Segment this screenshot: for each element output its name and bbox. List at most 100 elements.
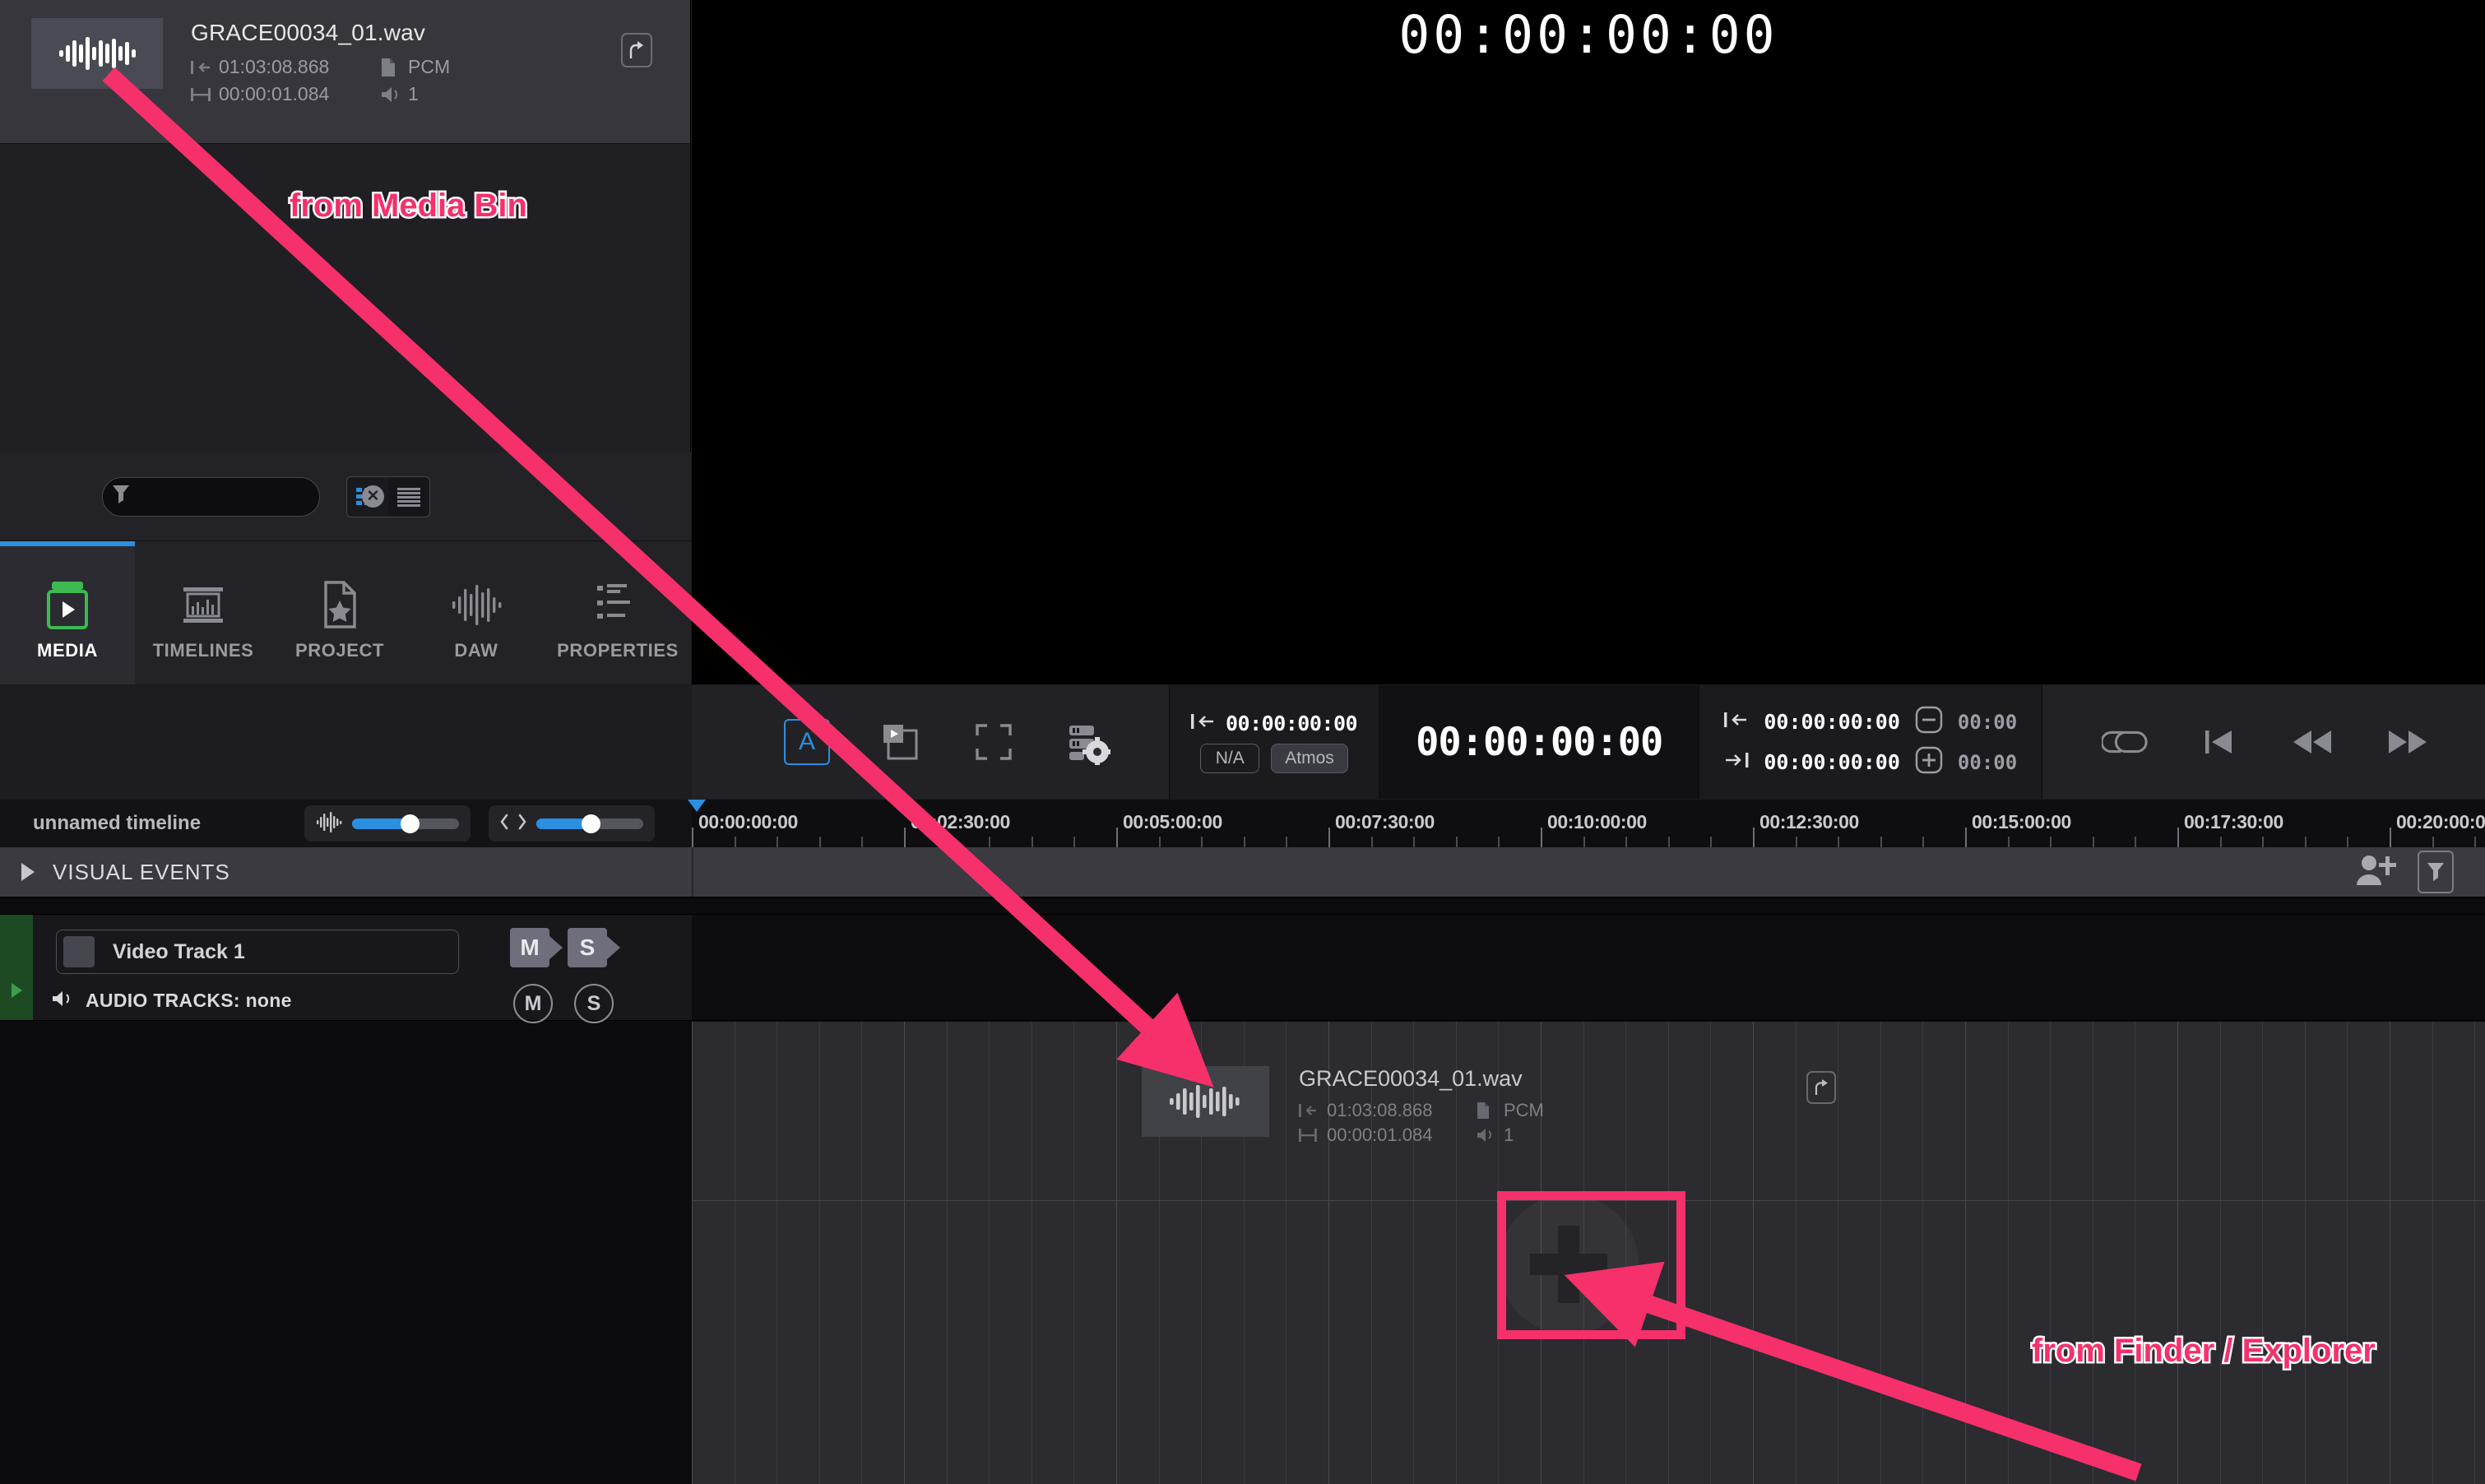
ruler-tick-minor: [1243, 837, 1245, 847]
audio-solo-button[interactable]: S: [574, 984, 614, 1023]
funnel-icon[interactable]: [2418, 851, 2454, 893]
tab-daw[interactable]: DAW: [408, 541, 545, 684]
skip-to-start-icon[interactable]: [2195, 718, 2243, 766]
grid-line: [2347, 1022, 2348, 1484]
main-timecode-display[interactable]: 00:00:00:00: [1379, 685, 1700, 799]
search-input[interactable]: [131, 486, 362, 507]
play-icon[interactable]: [2477, 718, 2485, 766]
drop-target-highlight: [1497, 1191, 1685, 1339]
tab-media[interactable]: MEDIA: [0, 541, 135, 684]
waveform-zoom-icon: [316, 810, 342, 837]
minus-circle-icon[interactable]: [1915, 706, 1943, 738]
media-item-meta: GRACE00034_01.wav 01:03:08.868 PCM 00:00…: [191, 18, 690, 110]
video-preview[interactable]: 00:00:00:00: [692, 0, 2485, 684]
in-timecode[interactable]: 00:00:00:00: [1764, 710, 1900, 734]
source-badges: N/A Atmos: [1200, 743, 1348, 773]
video-mute-button[interactable]: M: [510, 928, 563, 967]
drag-ghost-duration-value: 00:00:01.084: [1327, 1125, 1433, 1145]
ruler-tick-minor: [2347, 837, 2349, 847]
audio-mute-button[interactable]: M: [513, 984, 553, 1023]
grid-line: [818, 1022, 820, 1484]
ruler-tick-label: 00:10:00:00: [1547, 811, 1647, 832]
waveform-zoom-control[interactable]: [304, 805, 471, 842]
track-name-field[interactable]: Video Track 1: [56, 930, 459, 974]
drag-ghost-item: GRACE00034_01.wav 01:03:08.868 PCM 00:00…: [1142, 1066, 1836, 1166]
app-root: GRACE00034_01.wav 01:03:08.868 PCM 00:00…: [0, 0, 2485, 1484]
ruler-tick-label: 00:17:30:00: [2184, 811, 2283, 832]
ruler-tick-minor: [2474, 837, 2477, 847]
audio-tracks-label: AUDIO TRACKS: none: [86, 990, 292, 1011]
source-in-row: 00:00:00:00: [1191, 712, 1358, 735]
ruler-tick-minor: [2262, 837, 2265, 847]
track-color-chip[interactable]: [63, 936, 95, 967]
media-start-timecode-value: 01:03:08.868: [219, 56, 330, 77]
file-icon: [1476, 1101, 1504, 1120]
grid-line: [861, 1022, 863, 1484]
ruler-tick-label: 00:00:00:00: [698, 811, 798, 832]
plus-circle-icon[interactable]: [1915, 746, 1943, 778]
grid-line: [989, 1022, 990, 1484]
out-timecode[interactable]: 00:00:00:00: [1764, 750, 1900, 774]
tab-properties[interactable]: PROPERTIES: [545, 541, 691, 684]
timeline-ruler[interactable]: 00:00:00:00 00:02:30:00 00:05:00:00 00:07:3…: [692, 800, 2485, 847]
waveform-zoom-slider[interactable]: [352, 814, 459, 833]
mark-out-icon: [1724, 751, 1749, 773]
file-icon: [380, 58, 408, 77]
media-bin-item[interactable]: GRACE00034_01.wav 01:03:08.868 PCM 00:00…: [0, 0, 690, 144]
ruler-tick-major: [1965, 828, 1967, 847]
video-solo-button[interactable]: S: [568, 928, 620, 967]
share-arrow-icon[interactable]: [621, 33, 652, 67]
fullscreen-brackets-icon[interactable]: [970, 718, 1018, 766]
track-name-label: Video Track 1: [113, 939, 245, 963]
clear-icon[interactable]: ✕: [362, 485, 384, 508]
tab-project[interactable]: PROJECT: [271, 541, 408, 684]
ruler-tick-minor: [861, 837, 864, 847]
main-timecode-value: 00:00:00:00: [1416, 719, 1663, 765]
share-arrow-icon: [1806, 1071, 1836, 1104]
timeline-name[interactable]: unnamed timeline: [33, 812, 304, 835]
speaker-icon: [1476, 1127, 1504, 1143]
server-gear-icon[interactable]: [1064, 718, 1111, 766]
track-expand-handle[interactable]: [0, 915, 33, 1020]
ruler-tick-minor: [946, 837, 948, 847]
detail-list-icon[interactable]: [388, 477, 429, 517]
ruler-tick-minor: [1498, 837, 1500, 847]
track-lane-video-1[interactable]: [692, 914, 2485, 1021]
ruler-tick-minor: [989, 837, 991, 847]
preview-timecode: 00:00:00:00: [1398, 5, 1778, 65]
duration-icon: [1299, 1128, 1327, 1143]
video-overlay-icon[interactable]: [876, 718, 924, 766]
ruler-tick-minor: [1838, 837, 1840, 847]
horizontal-zoom-slider[interactable]: [536, 814, 643, 833]
ruler-tick-minor: [1922, 837, 1925, 847]
mark-in-icon: [191, 59, 219, 76]
media-meta-row-2: 00:00:01.084 1: [191, 83, 690, 105]
speaker-icon: [380, 86, 408, 104]
audio-mode-button[interactable]: A: [784, 719, 830, 765]
fast-forward-icon[interactable]: [2383, 718, 2431, 766]
grid-line: [2474, 1022, 2476, 1484]
playhead-marker[interactable]: [688, 800, 706, 812]
horizontal-zoom-control[interactable]: [489, 805, 655, 842]
grid-line: [2177, 1022, 2178, 1484]
rewind-icon[interactable]: [2289, 718, 2337, 766]
grid-line: [1073, 1022, 1075, 1484]
tab-timelines-label: TIMELINES: [152, 640, 254, 661]
drag-ghost-format-value: PCM: [1504, 1100, 1544, 1120]
visual-events-tools: [2355, 851, 2454, 893]
add-person-icon[interactable]: [2355, 852, 2399, 893]
grid-line: [2007, 1022, 2009, 1484]
atmos-badge[interactable]: Atmos: [1271, 743, 1348, 773]
audio-waveform-icon: [1142, 1066, 1269, 1137]
ruler-tick-minor: [1073, 837, 1076, 847]
track-header-video-1: Video Track 1 AUDIO TRACKS: none M S M S: [0, 914, 692, 1023]
grid-line: [1922, 1022, 1924, 1484]
format-badge[interactable]: N/A: [1200, 743, 1260, 773]
loop-icon[interactable]: [2102, 718, 2149, 766]
search-field[interactable]: ✕: [102, 476, 384, 517]
annotation-media-bin: from Media Bin: [288, 186, 530, 226]
tab-timelines[interactable]: TIMELINES: [135, 541, 271, 684]
grid-line: [2262, 1022, 2264, 1484]
disclosure-triangle-icon[interactable]: [21, 863, 35, 881]
grid-line: [692, 1022, 693, 1484]
